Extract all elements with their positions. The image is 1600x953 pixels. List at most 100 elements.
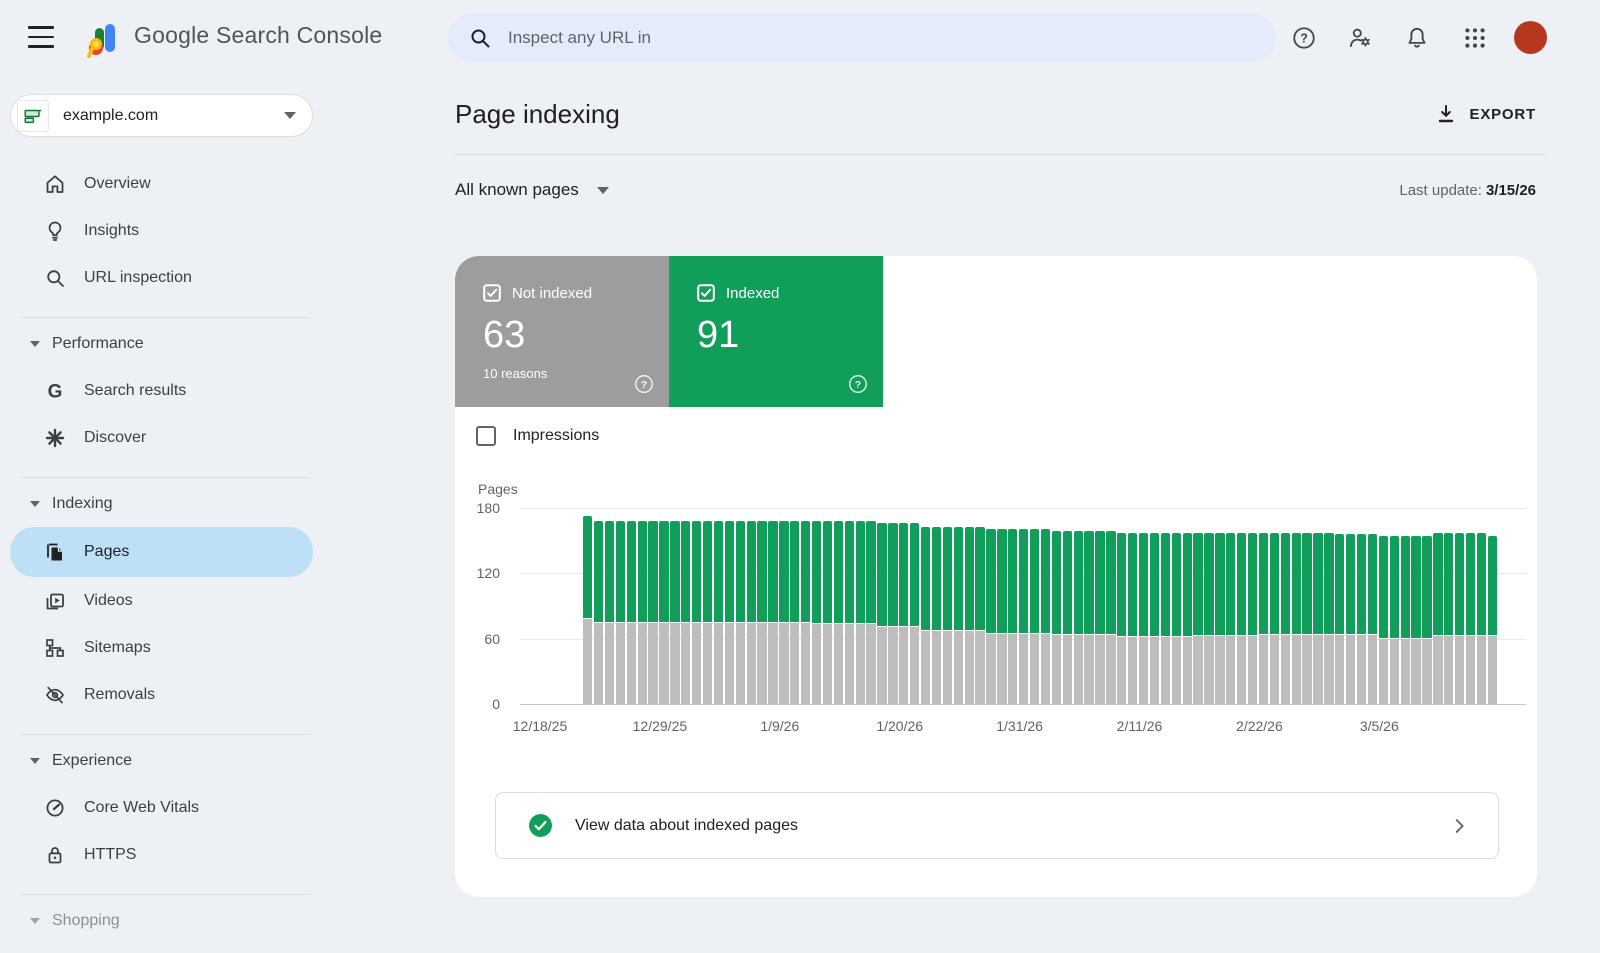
sidebar-item-https[interactable]: HTTPS (0, 831, 330, 878)
chart-bar[interactable] (1193, 533, 1202, 704)
chart-bar[interactable] (1259, 533, 1268, 704)
chart-bar[interactable] (1084, 531, 1093, 704)
chart-bar[interactable] (1226, 533, 1235, 704)
sidebar-section-indexing[interactable]: Indexing (0, 480, 330, 527)
chart-bar[interactable] (1313, 533, 1322, 704)
sidebar-section-shopping[interactable]: Shopping (0, 897, 330, 944)
impressions-toggle[interactable]: Impressions (476, 426, 599, 446)
help-icon[interactable]: ? (1291, 25, 1317, 51)
chart-bar[interactable] (986, 529, 995, 704)
chart-bar[interactable] (648, 521, 657, 704)
checked-checkbox-icon[interactable] (697, 284, 715, 302)
sidebar-item-videos[interactable]: Videos (0, 577, 330, 624)
help-icon[interactable]: ? (633, 373, 655, 395)
sidebar-item-sitemaps[interactable]: Sitemaps (0, 624, 330, 671)
hamburger-menu-icon[interactable] (28, 26, 54, 48)
url-inspect-searchbox[interactable] (448, 13, 1276, 63)
chart-bar[interactable] (1379, 536, 1388, 704)
chart-bar[interactable] (1052, 531, 1061, 704)
chart-bar[interactable] (1139, 533, 1148, 704)
sidebar-item-removals[interactable]: Removals (0, 671, 330, 718)
export-button[interactable]: EXPORT (1434, 102, 1536, 126)
apps-grid-icon[interactable] (1462, 25, 1488, 51)
chart-bar[interactable] (1019, 529, 1028, 704)
sidebar-item-insights[interactable]: Insights (0, 207, 330, 254)
chart-bar[interactable] (605, 521, 614, 704)
chart-bar[interactable] (1302, 533, 1311, 704)
chart-bar[interactable] (1215, 533, 1224, 704)
chart-bar[interactable] (638, 521, 647, 704)
chart-bar[interactable] (965, 527, 974, 704)
chart-bar[interactable] (659, 521, 668, 704)
chart-bar[interactable] (866, 521, 875, 704)
chart-bar[interactable] (845, 521, 854, 704)
chart-plot[interactable] (520, 508, 1526, 704)
page-filter-dropdown[interactable]: All known pages (455, 180, 609, 200)
chart-bar[interactable] (1183, 533, 1192, 704)
not-indexed-card[interactable]: Not indexed 63 10 reasons ? (455, 256, 669, 407)
chart-bar[interactable] (1422, 536, 1431, 704)
sidebar-item-overview[interactable]: Overview (0, 160, 330, 207)
bell-icon[interactable] (1404, 25, 1430, 51)
chart-bar[interactable] (768, 521, 777, 704)
chart-bar[interactable] (1063, 531, 1072, 704)
sidebar-item-url-inspection[interactable]: URL inspection (0, 254, 330, 301)
chart-bar[interactable] (1335, 534, 1344, 704)
chart-bar[interactable] (1411, 536, 1420, 704)
chart-bar[interactable] (1390, 536, 1399, 704)
user-settings-icon[interactable] (1347, 25, 1373, 51)
chart-bar[interactable] (714, 521, 723, 704)
sidebar-item-discover[interactable]: Discover (0, 414, 330, 461)
sidebar-item-pages[interactable]: Pages (10, 527, 313, 577)
chart-bar[interactable] (1281, 533, 1290, 704)
chart-bar[interactable] (1128, 533, 1137, 704)
chart-bar[interactable] (1030, 529, 1039, 704)
unchecked-checkbox-icon[interactable] (476, 426, 496, 446)
chart-bar[interactable] (1455, 533, 1464, 704)
chart-bar[interactable] (1204, 533, 1213, 704)
chart-bar[interactable] (790, 521, 799, 704)
chart-bar[interactable] (1477, 533, 1486, 704)
chart-bar[interactable] (1074, 531, 1083, 704)
chart-bar[interactable] (1444, 533, 1453, 704)
chart-bar[interactable] (692, 521, 701, 704)
avatar[interactable] (1514, 21, 1547, 54)
chart-bar[interactable] (747, 521, 756, 704)
chart-bar[interactable] (1106, 531, 1115, 704)
chart-bar[interactable] (1095, 531, 1104, 704)
chart-bar[interactable] (812, 521, 821, 704)
chart-bar[interactable] (1401, 536, 1410, 704)
chart-bar[interactable] (583, 516, 592, 704)
chart-bar[interactable] (703, 521, 712, 704)
chart-bar[interactable] (877, 523, 886, 704)
view-indexed-data-row[interactable]: View data about indexed pages (495, 792, 1499, 859)
sidebar-section-experience[interactable]: Experience (0, 737, 330, 784)
chart-bar[interactable] (1248, 533, 1257, 704)
chart-bar[interactable] (1466, 533, 1475, 704)
chart-bar[interactable] (670, 521, 679, 704)
chart-bar[interactable] (899, 523, 908, 704)
chart-bar[interactable] (910, 523, 919, 704)
chart-bar[interactable] (997, 529, 1006, 704)
chart-bar[interactable] (921, 527, 930, 704)
chart-bar[interactable] (1172, 533, 1181, 704)
chart-bar[interactable] (1368, 534, 1377, 704)
chart-bar[interactable] (1041, 529, 1050, 704)
help-icon[interactable]: ? (847, 373, 869, 395)
chart-bar[interactable] (757, 521, 766, 704)
chart-bar[interactable] (627, 521, 636, 704)
chart-bar[interactable] (1270, 533, 1279, 704)
chart-bar[interactable] (1117, 533, 1126, 704)
chart-bar[interactable] (1237, 533, 1246, 704)
chart-bar[interactable] (1161, 533, 1170, 704)
chart-bar[interactable] (975, 527, 984, 704)
chart-bar[interactable] (1357, 534, 1366, 704)
chart-bar[interactable] (1346, 534, 1355, 704)
sidebar-item-core-web-vitals[interactable]: Core Web Vitals (0, 784, 330, 831)
chart-bar[interactable] (834, 521, 843, 704)
chart-bar[interactable] (856, 521, 865, 704)
chart-bar[interactable] (932, 527, 941, 704)
sidebar-item-search-results[interactable]: G Search results (0, 367, 330, 414)
chart-bar[interactable] (943, 527, 952, 704)
chart-bar[interactable] (616, 521, 625, 704)
